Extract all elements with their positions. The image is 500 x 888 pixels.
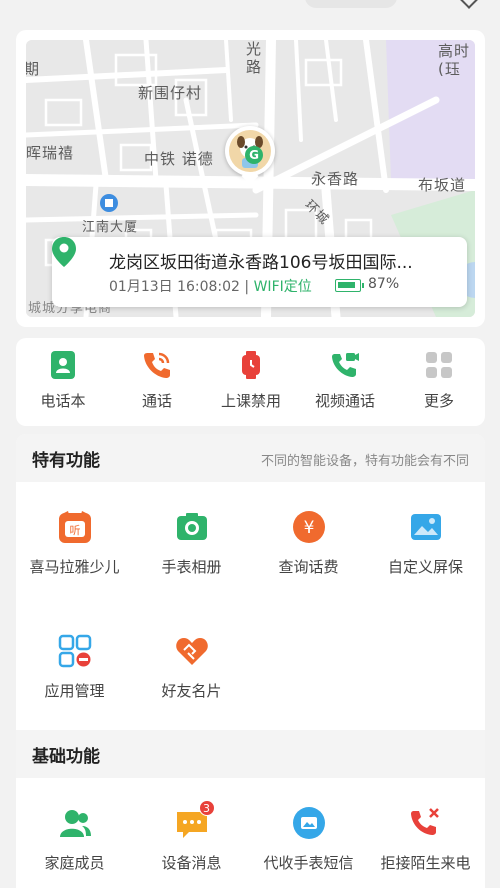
top-status-area bbox=[0, 0, 500, 14]
video-call-icon bbox=[330, 350, 360, 380]
map-label-jiangnan: 江南大厦 bbox=[82, 220, 139, 235]
special-section-header: 特有功能 不同的智能设备，特有功能会有不同 bbox=[16, 434, 485, 482]
location-address: 龙岗区坂田街道永香路106号坂田国际... bbox=[109, 253, 413, 273]
search-pill[interactable] bbox=[305, 0, 397, 8]
quick-class-mode[interactable]: 上课禁用 bbox=[204, 350, 298, 411]
map-label-qi: 期 bbox=[26, 60, 41, 78]
map-label-yongxiang: 永香路 bbox=[311, 170, 360, 188]
special-subtitle: 不同的智能设备，特有功能会有不同 bbox=[260, 454, 469, 469]
phonebook-icon bbox=[48, 350, 78, 380]
chevron-down-icon[interactable] bbox=[459, 0, 479, 9]
camera-icon bbox=[175, 510, 209, 544]
feature-label: 好友名片 bbox=[161, 682, 222, 700]
location-method: WIFI定位 bbox=[253, 279, 312, 295]
green-location-icon: G bbox=[245, 146, 263, 164]
screensaver-icon bbox=[409, 510, 443, 544]
basic-title: 基础功能 bbox=[32, 747, 100, 767]
feature-label: 查询话费 bbox=[278, 558, 339, 576]
feature-label: 家庭成员 bbox=[44, 854, 105, 872]
call-icon bbox=[142, 350, 172, 380]
yen-icon: ¥ bbox=[292, 510, 326, 544]
unread-badge: 3 bbox=[198, 800, 215, 816]
map-label-bubandao: 布坂道 bbox=[418, 176, 467, 194]
feature-sms-relay[interactable]: 代收手表短信 bbox=[250, 806, 367, 873]
map-label-zhongtie: 中铁 诺德 bbox=[144, 150, 214, 168]
app-manage-icon bbox=[58, 634, 92, 668]
map-label-gaoshi: 高时 (珏 bbox=[438, 42, 471, 78]
feature-friend-card[interactable]: 好友名片 bbox=[133, 634, 250, 701]
class-mode-icon bbox=[236, 350, 266, 380]
feature-screensaver[interactable]: 自定义屏保 bbox=[367, 510, 484, 577]
location-meta: 01月13日 16:08:02 | WIFI定位 bbox=[109, 276, 312, 296]
quick-phonebook[interactable]: 电话本 bbox=[16, 350, 110, 411]
quick-label: 上课禁用 bbox=[220, 392, 281, 410]
friend-card-icon bbox=[175, 634, 209, 668]
feature-device-message[interactable]: 3 设备消息 bbox=[133, 800, 250, 873]
reject-call-icon bbox=[409, 806, 443, 840]
meta-separator: | bbox=[244, 279, 250, 295]
feature-ximalaya[interactable]: 听 喜马拉雅少儿 bbox=[16, 510, 133, 577]
svg-text:听: 听 bbox=[69, 524, 80, 537]
feature-label: 自定义屏保 bbox=[387, 558, 463, 576]
feature-check-balance[interactable]: ¥ 查询话费 bbox=[250, 510, 367, 577]
special-title: 特有功能 bbox=[32, 451, 100, 471]
feature-label: 手表相册 bbox=[161, 558, 222, 576]
map-label-huiruixi: 晖瑞禧 bbox=[26, 144, 75, 162]
quick-label: 更多 bbox=[423, 392, 454, 410]
feature-watch-album[interactable]: 手表相册 bbox=[133, 510, 250, 577]
feature-label: 应用管理 bbox=[44, 682, 105, 700]
family-icon bbox=[58, 806, 92, 840]
battery-percent: 87% bbox=[368, 276, 400, 292]
feature-reject-unknown-calls[interactable]: 拒接陌生来电 bbox=[367, 806, 484, 873]
location-datetime: 01月13日 16:08:02 bbox=[109, 279, 240, 295]
feature-family[interactable]: 家庭成员 bbox=[16, 806, 133, 873]
basic-section-header: 基础功能 bbox=[16, 730, 485, 778]
feature-label: 代收手表短信 bbox=[263, 854, 354, 872]
feature-label: 喜马拉雅少儿 bbox=[29, 558, 120, 576]
feature-app-manage[interactable]: 应用管理 bbox=[16, 634, 133, 701]
features-card: 特有功能 不同的智能设备，特有功能会有不同 听 喜马拉雅少儿 手表相册 ¥ 查询… bbox=[16, 434, 485, 888]
device-avatar-marker[interactable]: G bbox=[225, 126, 275, 185]
quick-actions-bar: 电话本 通话 上课禁用 视频通话 更多 bbox=[16, 338, 485, 426]
location-map[interactable]: 期 光 路 高时 (珏 新围仔村 晖瑞禧 中铁 诺德 永香路 布坂道 江南大厦 … bbox=[26, 40, 475, 317]
message-icon: 3 bbox=[175, 800, 215, 840]
svg-text:¥: ¥ bbox=[303, 518, 314, 538]
location-info-box[interactable]: 龙岗区坂田街道永香路106号坂田国际... 01月13日 16:08:02 | … bbox=[52, 237, 467, 307]
feature-label: 拒接陌生来电 bbox=[380, 854, 471, 872]
map-label-xinweizai: 新围仔村 bbox=[138, 84, 203, 102]
map-card: 期 光 路 高时 (珏 新围仔村 晖瑞禧 中铁 诺德 永香路 布坂道 江南大厦 … bbox=[16, 30, 485, 327]
battery-icon bbox=[335, 279, 364, 292]
map-label-guanglu: 光 路 bbox=[246, 40, 263, 76]
quick-label: 通话 bbox=[141, 392, 172, 410]
quick-more[interactable]: 更多 bbox=[392, 350, 486, 411]
quick-call[interactable]: 通话 bbox=[110, 350, 204, 411]
quick-label: 视频通话 bbox=[314, 392, 375, 410]
quick-label: 电话本 bbox=[40, 392, 86, 410]
sms-icon bbox=[292, 806, 326, 840]
location-pin-icon bbox=[52, 237, 76, 267]
more-icon bbox=[424, 350, 454, 380]
ximalaya-icon: 听 bbox=[58, 510, 92, 544]
quick-video-call[interactable]: 视频通话 bbox=[298, 350, 392, 411]
feature-label: 设备消息 bbox=[161, 854, 222, 872]
